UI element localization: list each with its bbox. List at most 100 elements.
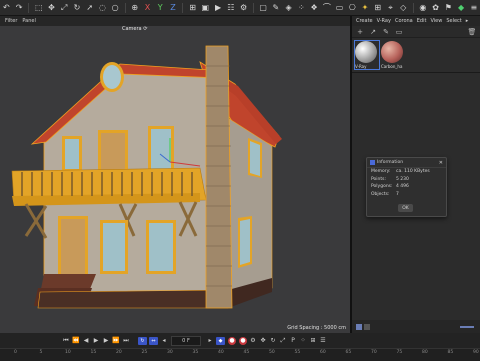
material-swatch-2[interactable]: Carbon_ha (381, 41, 405, 69)
array-icon[interactable]: ⁘ (296, 2, 307, 13)
light-icon[interactable]: ✦ (360, 2, 371, 13)
rotate-key-icon[interactable]: ↻ (269, 336, 277, 345)
ruler-tick: 75 (396, 350, 403, 355)
ruler-tick: 90 (473, 350, 479, 355)
sculpt-icon[interactable]: ✿ (430, 2, 441, 13)
menu-select[interactable]: Select (446, 18, 461, 24)
menu-filter[interactable]: Filter (5, 18, 17, 24)
record-icon[interactable]: ● (228, 336, 236, 345)
grid-key-icon[interactable]: ⊞ (309, 336, 317, 345)
menu-corona[interactable]: Corona (395, 18, 413, 24)
live-select-icon[interactable]: ◌ (97, 2, 108, 13)
undo-icon[interactable]: ↶ (1, 2, 12, 13)
grid-icon[interactable]: ⊞ (372, 2, 383, 13)
frame-next-icon[interactable]: ▸ (206, 336, 214, 345)
camera-label[interactable]: Camera ⟳ (122, 26, 147, 32)
close-icon[interactable]: ✕ (439, 160, 443, 166)
y-axis-icon[interactable]: Y (155, 2, 166, 13)
redo-icon[interactable]: ↷ (14, 2, 25, 13)
ruler-tick: 15 (90, 350, 97, 355)
move-key-icon[interactable]: ✥ (259, 336, 267, 345)
dialog-title: Information (377, 160, 404, 165)
point-key-icon[interactable]: ⁘ (299, 336, 307, 345)
information-dialog: Information ✕ Memory: ca. 110 KBytes Poin… (366, 157, 447, 217)
ok-button[interactable]: OK (398, 204, 413, 212)
rotate-icon[interactable]: ↻ (72, 2, 83, 13)
go-end-icon[interactable]: ⏭ (122, 336, 130, 345)
trash-icon[interactable]: 🗑 (467, 27, 477, 36)
3d-viewport[interactable]: Camera ⟳ Grid Spacing : 5000 cm (0, 26, 350, 333)
timeline: ⏮ ⏪ ◀ ▶ ▶ ⏩ ⏭ ↻ ⇔ ◂ 0 F ▸ ◆ ● ● ⚙ ✥ ↻ ⤢ … (0, 333, 480, 361)
circle-icon[interactable]: ○ (110, 2, 121, 13)
axis-icon[interactable]: ⊕ (129, 2, 140, 13)
menu-create[interactable]: Create (356, 18, 373, 24)
house-render (11, 45, 282, 309)
x-axis-icon[interactable]: X (142, 2, 153, 13)
go-start-icon[interactable]: ⏮ (62, 336, 70, 345)
current-frame-field[interactable]: 0 F (171, 335, 201, 346)
render-queue-icon[interactable]: ☷ (225, 2, 236, 13)
select-tool-icon[interactable]: ➚ (84, 2, 95, 13)
camera-icon[interactable]: ⎔ (347, 2, 358, 13)
list-view-icon[interactable] (364, 323, 370, 330)
prev-key-icon[interactable]: ⏪ (72, 336, 80, 345)
view-icon[interactable]: ▭ (394, 27, 404, 36)
ruler-tick: 65 (345, 350, 352, 355)
select-icon[interactable]: ⬚ (33, 2, 44, 13)
menu-view[interactable]: View (430, 18, 442, 24)
menu-more[interactable]: ▸ (466, 18, 469, 24)
z-axis-icon[interactable]: Z (168, 2, 179, 13)
bend-icon[interactable]: ⌒ (321, 2, 332, 13)
menu-vray[interactable]: V-Ray (377, 18, 391, 24)
play-icon[interactable]: ▶ (92, 336, 100, 345)
floor-icon[interactable]: ▭ (334, 2, 345, 13)
material-swatch-1[interactable]: V-Ray (354, 40, 380, 70)
toolbar-separator (252, 2, 254, 13)
timeline-ruler[interactable]: 0 5 10 15 20 25 30 35 40 45 50 55 60 65 70 75 80 85 90 (0, 348, 480, 361)
material-preview (381, 41, 403, 63)
timeline-menu-icon[interactable]: ☰ (319, 336, 327, 345)
param-key-icon[interactable]: P (289, 336, 297, 345)
ruler-tick: 70 (371, 350, 377, 355)
edit-icon[interactable]: ✎ (381, 27, 391, 36)
coordinate-icon[interactable]: ⊞ (187, 2, 198, 13)
materials-icon[interactable]: ◉ (417, 2, 428, 13)
toolbar-separator (28, 2, 30, 13)
loop-icon[interactable]: ↻ (138, 336, 147, 345)
autokey-icon[interactable]: ● (239, 336, 247, 345)
scale-icon[interactable]: ⤢ (59, 2, 70, 13)
frame-prev-icon[interactable]: ◂ (160, 336, 168, 345)
range-icon[interactable]: ⇔ (149, 336, 158, 345)
spline-pen-icon[interactable]: ✎ (271, 2, 282, 13)
cube-icon[interactable]: ▢ (258, 2, 269, 13)
tags-icon[interactable]: ⚑ (443, 2, 454, 13)
pick-icon[interactable]: ↗ (368, 27, 378, 36)
ruler-tick: 35 (192, 350, 199, 355)
cube-green-icon[interactable]: ◆ (456, 2, 467, 13)
key-settings-icon[interactable]: ⚙ (249, 336, 257, 345)
render-view-icon[interactable]: ▶ (213, 2, 224, 13)
layers-icon[interactable]: ≡ (468, 2, 479, 13)
render-settings-icon[interactable]: ⚙ (238, 2, 249, 13)
subdivision-icon[interactable]: ◈ (283, 2, 294, 13)
cloner-icon[interactable]: ❖ (309, 2, 320, 13)
info-key: Memory: (371, 169, 391, 175)
workplane-icon[interactable]: ◇ (398, 2, 409, 13)
render-region-icon[interactable]: ▣ (200, 2, 211, 13)
next-frame-icon[interactable]: ▶ (102, 336, 110, 345)
viewport-menu: Filter Panel (0, 16, 352, 26)
info-value: 4 496 (396, 184, 409, 190)
playback-controls: ⏮ ⏪ ◀ ▶ ▶ ⏩ ⏭ ↻ ⇔ ◂ 0 F ▸ ◆ ● ● ⚙ ✥ ↻ ⤢ … (0, 334, 480, 347)
prev-frame-icon[interactable]: ◀ (82, 336, 90, 345)
info-row: Polygons: 4 496 (367, 183, 446, 191)
scale-key-icon[interactable]: ⤢ (279, 336, 287, 345)
grid-view-icon[interactable] (356, 323, 362, 330)
zoom-slider[interactable] (460, 325, 474, 328)
add-icon[interactable]: + (355, 27, 365, 36)
menu-panel[interactable]: Panel (22, 18, 36, 24)
snap-icon[interactable]: ⌖ (385, 2, 396, 13)
menu-edit[interactable]: Edit (417, 18, 427, 24)
keyframe-icon[interactable]: ◆ (216, 336, 225, 345)
move-icon[interactable]: ✥ (46, 2, 57, 13)
next-key-icon[interactable]: ⏩ (112, 336, 120, 345)
